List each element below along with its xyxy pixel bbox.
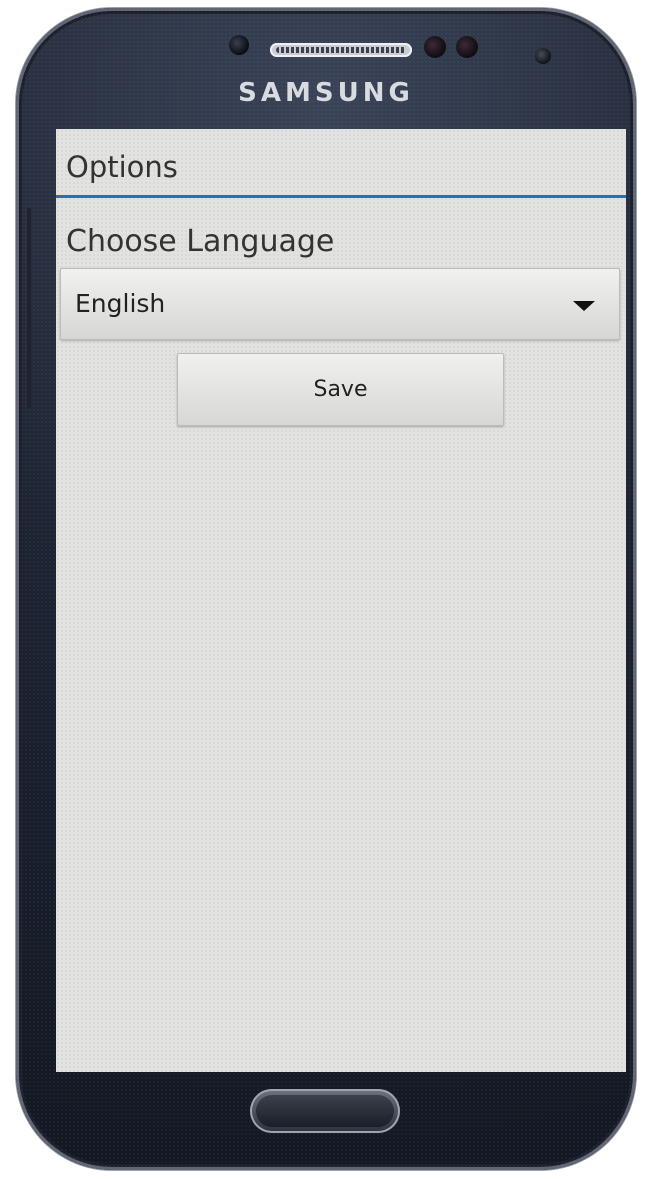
- home-button[interactable]: [250, 1089, 400, 1133]
- save-button[interactable]: Save: [177, 353, 504, 426]
- brand-logo: SAMSUNG: [238, 78, 414, 108]
- front-camera-icon: [229, 35, 249, 55]
- proximity-sensor-icon: [424, 36, 446, 58]
- phone-frame: SAMSUNG Options Choose Language English …: [16, 8, 636, 1170]
- dropdown-arrow-icon: [573, 301, 595, 311]
- camera-lens-icon: [535, 48, 551, 64]
- volume-rocker: [27, 208, 31, 408]
- page-title: Options: [66, 150, 178, 184]
- language-dropdown[interactable]: English: [60, 268, 620, 340]
- language-selected-value: English: [75, 289, 166, 318]
- earpiece-speaker: [270, 43, 412, 57]
- light-sensor-icon: [456, 36, 478, 58]
- language-label: Choose Language: [66, 224, 335, 259]
- title-bar: Options: [56, 129, 626, 198]
- app-screen: Options Choose Language English Save: [56, 129, 626, 1072]
